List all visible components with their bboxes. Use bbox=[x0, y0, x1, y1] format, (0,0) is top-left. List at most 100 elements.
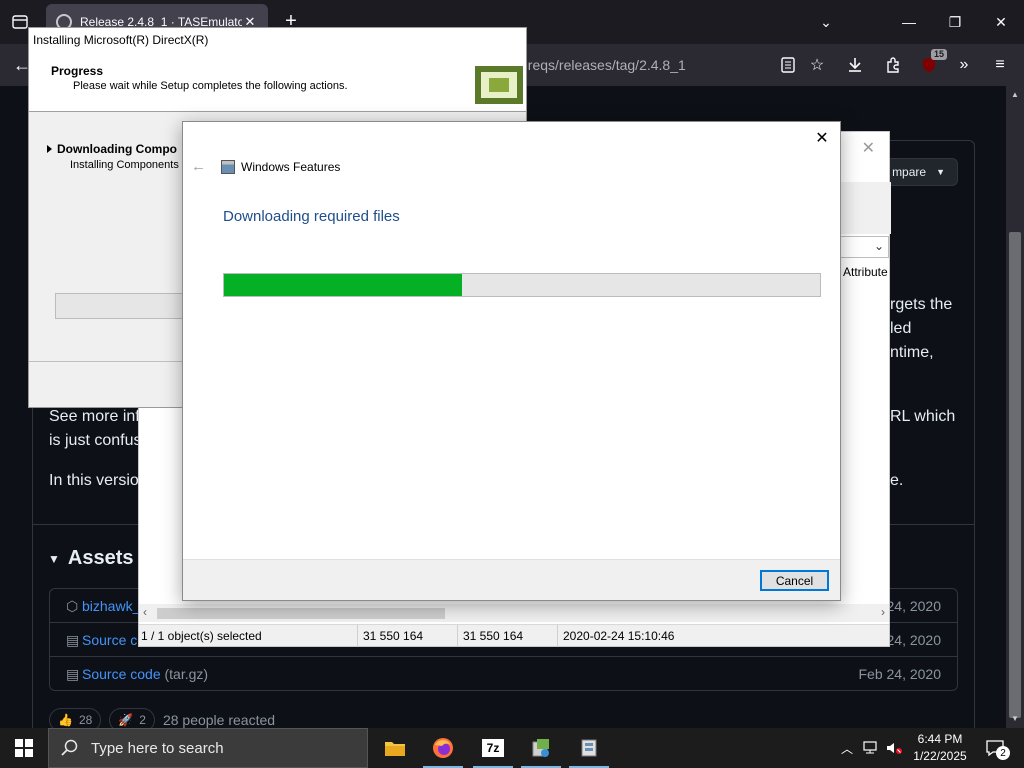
minimize-button[interactable]: — bbox=[895, 10, 923, 34]
scroll-down-icon[interactable]: ▼ bbox=[1010, 714, 1020, 723]
body-text: rgets the bbox=[890, 296, 953, 313]
divider bbox=[557, 625, 558, 647]
back-arrow-icon: ← bbox=[191, 158, 206, 175]
body-text: led bbox=[890, 320, 912, 337]
dialog-heading: Downloading required files bbox=[223, 208, 400, 225]
body-text: See more inf bbox=[49, 408, 140, 425]
windows-features-app-icon[interactable] bbox=[565, 728, 613, 768]
status-selected: 1 / 1 object(s) selected bbox=[141, 629, 262, 643]
body-text: ntime, bbox=[890, 344, 934, 361]
directx-logo-icon bbox=[475, 66, 523, 104]
extension-badge: 15 bbox=[930, 49, 947, 60]
asset-link[interactable]: Source c bbox=[82, 632, 137, 648]
asset-name: Source code bbox=[82, 666, 161, 682]
status-size: 31 550 164 bbox=[363, 629, 424, 643]
windows-features-dialog: ✕ ← Windows Features Downloading require… bbox=[182, 121, 841, 601]
start-button[interactable] bbox=[0, 728, 48, 768]
thumbs-up-count: 28 bbox=[78, 713, 93, 727]
page-scrollbar[interactable]: ▲ ▼ bbox=[1006, 86, 1024, 728]
scroll-up-icon[interactable]: ▲ bbox=[1010, 90, 1020, 99]
search-icon bbox=[61, 739, 78, 756]
compare-label: mpare bbox=[892, 165, 927, 179]
body-text: RL which bbox=[890, 408, 956, 425]
show-hidden-icons-chevron-icon[interactable]: ︿ bbox=[838, 728, 856, 768]
bookmark-star-icon[interactable]: ☆ bbox=[805, 53, 829, 77]
hscroll-thumb[interactable] bbox=[157, 608, 445, 619]
asset-link[interactable]: Source code (tar.gz) bbox=[82, 666, 208, 682]
windows-logo-icon bbox=[15, 739, 33, 757]
asset-link[interactable]: bizhawk_ bbox=[82, 598, 140, 614]
seven-zip-icon[interactable]: 7z bbox=[469, 728, 517, 768]
asset-ext: (tar.gz) bbox=[160, 666, 209, 682]
step-downloading: Downloading Compo bbox=[47, 142, 177, 156]
cancel-button[interactable]: Cancel bbox=[760, 570, 829, 591]
thumbs-up-reaction[interactable]: 👍 28 bbox=[49, 708, 102, 728]
asset-row[interactable]: ▤ Source code (tar.gz) Feb 24, 2020 bbox=[50, 657, 957, 691]
windows-features-icon bbox=[221, 160, 235, 174]
rocket-reaction[interactable]: 🚀 2 bbox=[109, 708, 155, 728]
overflow-chevrons-icon[interactable]: » bbox=[952, 53, 976, 77]
search-placeholder: Type here to search bbox=[91, 739, 224, 757]
volume-muted-icon[interactable] bbox=[884, 728, 904, 768]
reaction-summary: 28 people reacted bbox=[162, 712, 276, 728]
ublock-icon[interactable]: 15 bbox=[917, 49, 947, 77]
package-icon: ⬡ bbox=[66, 598, 79, 614]
clock-time: 6:44 PM bbox=[917, 732, 963, 746]
toolbar-area bbox=[839, 182, 891, 234]
caret-down-icon: ▼ bbox=[936, 167, 945, 177]
notification-count: 2 bbox=[996, 746, 1010, 760]
horizontal-scrollbar[interactable]: ‹ › bbox=[139, 604, 889, 622]
triangle-down-icon: ▼ bbox=[48, 551, 60, 566]
zip-icon: ▤ bbox=[66, 666, 80, 682]
divider bbox=[357, 625, 358, 647]
asset-date: 24, 2020 bbox=[886, 632, 942, 648]
path-combo[interactable]: ⌄ bbox=[839, 236, 889, 258]
status-bar: 1 / 1 object(s) selected 31 550 164 31 5… bbox=[139, 624, 889, 647]
asset-date: 24, 2020 bbox=[886, 598, 942, 614]
installer-app-icon[interactable] bbox=[517, 728, 565, 768]
assets-heading: Assets bbox=[67, 547, 134, 569]
taskbar-clock[interactable]: 6:44 PM 1/22/2025 bbox=[904, 731, 976, 765]
rocket-icon: 🚀 bbox=[118, 713, 134, 727]
assets-toggle[interactable]: ▼ Assets bbox=[48, 547, 134, 570]
chevron-down-icon: ⌄ bbox=[873, 239, 884, 253]
body-text: is just confus bbox=[49, 432, 142, 449]
zip-icon: ▤ bbox=[66, 632, 80, 648]
thumbs-up-icon: 👍 bbox=[58, 713, 73, 727]
network-icon[interactable] bbox=[861, 728, 881, 768]
scroll-right-icon[interactable]: › bbox=[881, 605, 885, 619]
header-subtitle: Please wait while Setup completes the fo… bbox=[73, 80, 348, 92]
file-explorer-icon[interactable] bbox=[371, 728, 419, 768]
extensions-puzzle-icon[interactable] bbox=[881, 53, 905, 77]
window-title: Installing Microsoft(R) DirectX(R) bbox=[29, 28, 526, 52]
restore-button[interactable]: ❐ bbox=[941, 10, 969, 34]
status-modified: 2020-02-24 15:10:46 bbox=[563, 629, 675, 643]
reactions-bar: 👍 28 🚀 2 28 people reacted bbox=[49, 708, 275, 728]
scrollbar-thumb[interactable] bbox=[1009, 232, 1021, 718]
notification-center-icon[interactable]: 2 bbox=[980, 728, 1010, 768]
status-packed-size: 31 550 164 bbox=[463, 629, 524, 643]
scroll-left-icon[interactable]: ‹ bbox=[143, 605, 147, 619]
reader-view-icon[interactable] bbox=[776, 53, 800, 77]
column-header-attributes[interactable]: Attribute bbox=[843, 265, 888, 279]
rocket-count: 2 bbox=[139, 713, 146, 727]
asset-date: Feb 24, 2020 bbox=[858, 666, 941, 682]
close-window-button[interactable]: ✕ bbox=[987, 10, 1015, 34]
firefox-icon[interactable] bbox=[419, 728, 467, 768]
installer-header: Progress Please wait while Setup complet… bbox=[29, 52, 526, 112]
url-text[interactable]: ereqs/releases/tag/2.4.8_1 bbox=[520, 52, 770, 78]
hamburger-menu-icon[interactable]: ≡ bbox=[988, 53, 1012, 77]
clock-date: 1/22/2025 bbox=[913, 749, 967, 763]
close-icon[interactable]: ✕ bbox=[862, 138, 875, 158]
taskbar-search[interactable]: Type here to search bbox=[48, 728, 368, 768]
divider bbox=[457, 625, 458, 647]
taskbar: Type here to search 7z ︿ 6:44 PM 1/22/20… bbox=[0, 728, 1024, 768]
close-icon[interactable]: ✕ bbox=[812, 128, 832, 148]
body-text: In this versio bbox=[49, 472, 139, 489]
dialog-footer: Cancel bbox=[183, 559, 840, 600]
dialog-title: Windows Features bbox=[241, 160, 341, 174]
list-all-tabs-icon[interactable]: ⌄ bbox=[812, 10, 840, 34]
downloads-icon[interactable] bbox=[843, 53, 867, 77]
download-progress-bar bbox=[223, 273, 821, 297]
progress-fill bbox=[224, 274, 463, 296]
